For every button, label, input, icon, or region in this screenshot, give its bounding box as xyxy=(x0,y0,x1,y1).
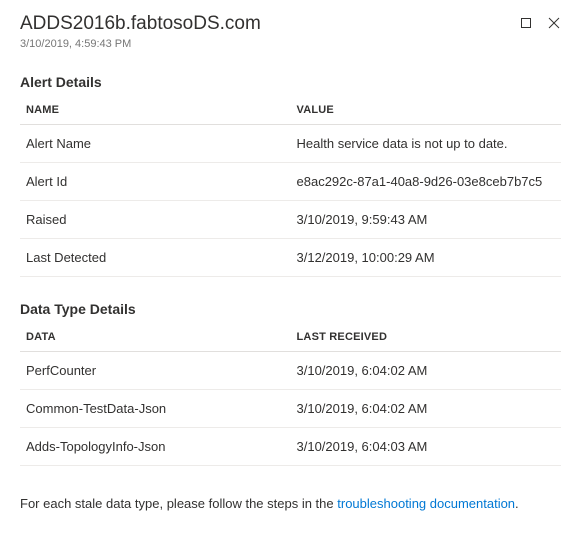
footer-note: For each stale data type, please follow … xyxy=(20,496,561,511)
troubleshooting-link[interactable]: troubleshooting documentation xyxy=(337,496,515,511)
footer-prefix: For each stale data type, please follow … xyxy=(20,496,337,511)
cell-data: PerfCounter xyxy=(20,351,291,389)
alert-details-section: Alert Details NAME VALUE Alert Name Heal… xyxy=(20,74,561,277)
cell-name: Alert Id xyxy=(20,162,291,200)
alert-panel: ADDS2016b.fabtosoDS.com 3/10/2019, 4:59:… xyxy=(0,0,581,531)
footer-suffix: . xyxy=(515,496,519,511)
cell-value: Health service data is not up to date. xyxy=(291,124,562,162)
page-timestamp: 3/10/2019, 4:59:43 PM xyxy=(20,38,519,50)
cell-value: 3/12/2019, 10:00:29 AM xyxy=(291,238,562,276)
column-header-data: DATA xyxy=(20,323,291,352)
page-title: ADDS2016b.fabtosoDS.com xyxy=(20,12,519,37)
table-row: Alert Id e8ac292c-87a1-40a8-9d26-03e8ceb… xyxy=(20,162,561,200)
cell-data: Common-TestData-Json xyxy=(20,389,291,427)
data-type-details-table: DATA LAST RECEIVED PerfCounter 3/10/2019… xyxy=(20,323,561,466)
window-controls xyxy=(519,16,561,30)
table-row: Last Detected 3/12/2019, 10:00:29 AM xyxy=(20,238,561,276)
alert-details-table: NAME VALUE Alert Name Health service dat… xyxy=(20,96,561,277)
cell-last-received: 3/10/2019, 6:04:03 AM xyxy=(291,427,562,465)
column-header-last-received: LAST RECEIVED xyxy=(291,323,562,352)
close-icon[interactable] xyxy=(547,16,561,30)
data-type-details-section: Data Type Details DATA LAST RECEIVED Per… xyxy=(20,301,561,466)
table-row: Raised 3/10/2019, 9:59:43 AM xyxy=(20,200,561,238)
cell-last-received: 3/10/2019, 6:04:02 AM xyxy=(291,351,562,389)
cell-value: e8ac292c-87a1-40a8-9d26-03e8ceb7b7c5 xyxy=(291,162,562,200)
cell-value: 3/10/2019, 9:59:43 AM xyxy=(291,200,562,238)
column-header-value: VALUE xyxy=(291,96,562,125)
cell-data: Adds-TopologyInfo-Json xyxy=(20,427,291,465)
restore-icon[interactable] xyxy=(519,16,533,30)
alert-details-heading: Alert Details xyxy=(20,74,561,90)
cell-name: Alert Name xyxy=(20,124,291,162)
column-header-name: NAME xyxy=(20,96,291,125)
table-row: Alert Name Health service data is not up… xyxy=(20,124,561,162)
cell-name: Raised xyxy=(20,200,291,238)
data-type-details-heading: Data Type Details xyxy=(20,301,561,317)
table-row: Adds-TopologyInfo-Json 3/10/2019, 6:04:0… xyxy=(20,427,561,465)
table-row: Common-TestData-Json 3/10/2019, 6:04:02 … xyxy=(20,389,561,427)
title-block: ADDS2016b.fabtosoDS.com 3/10/2019, 4:59:… xyxy=(20,12,519,50)
cell-name: Last Detected xyxy=(20,238,291,276)
cell-last-received: 3/10/2019, 6:04:02 AM xyxy=(291,389,562,427)
table-row: PerfCounter 3/10/2019, 6:04:02 AM xyxy=(20,351,561,389)
panel-header: ADDS2016b.fabtosoDS.com 3/10/2019, 4:59:… xyxy=(20,12,561,50)
